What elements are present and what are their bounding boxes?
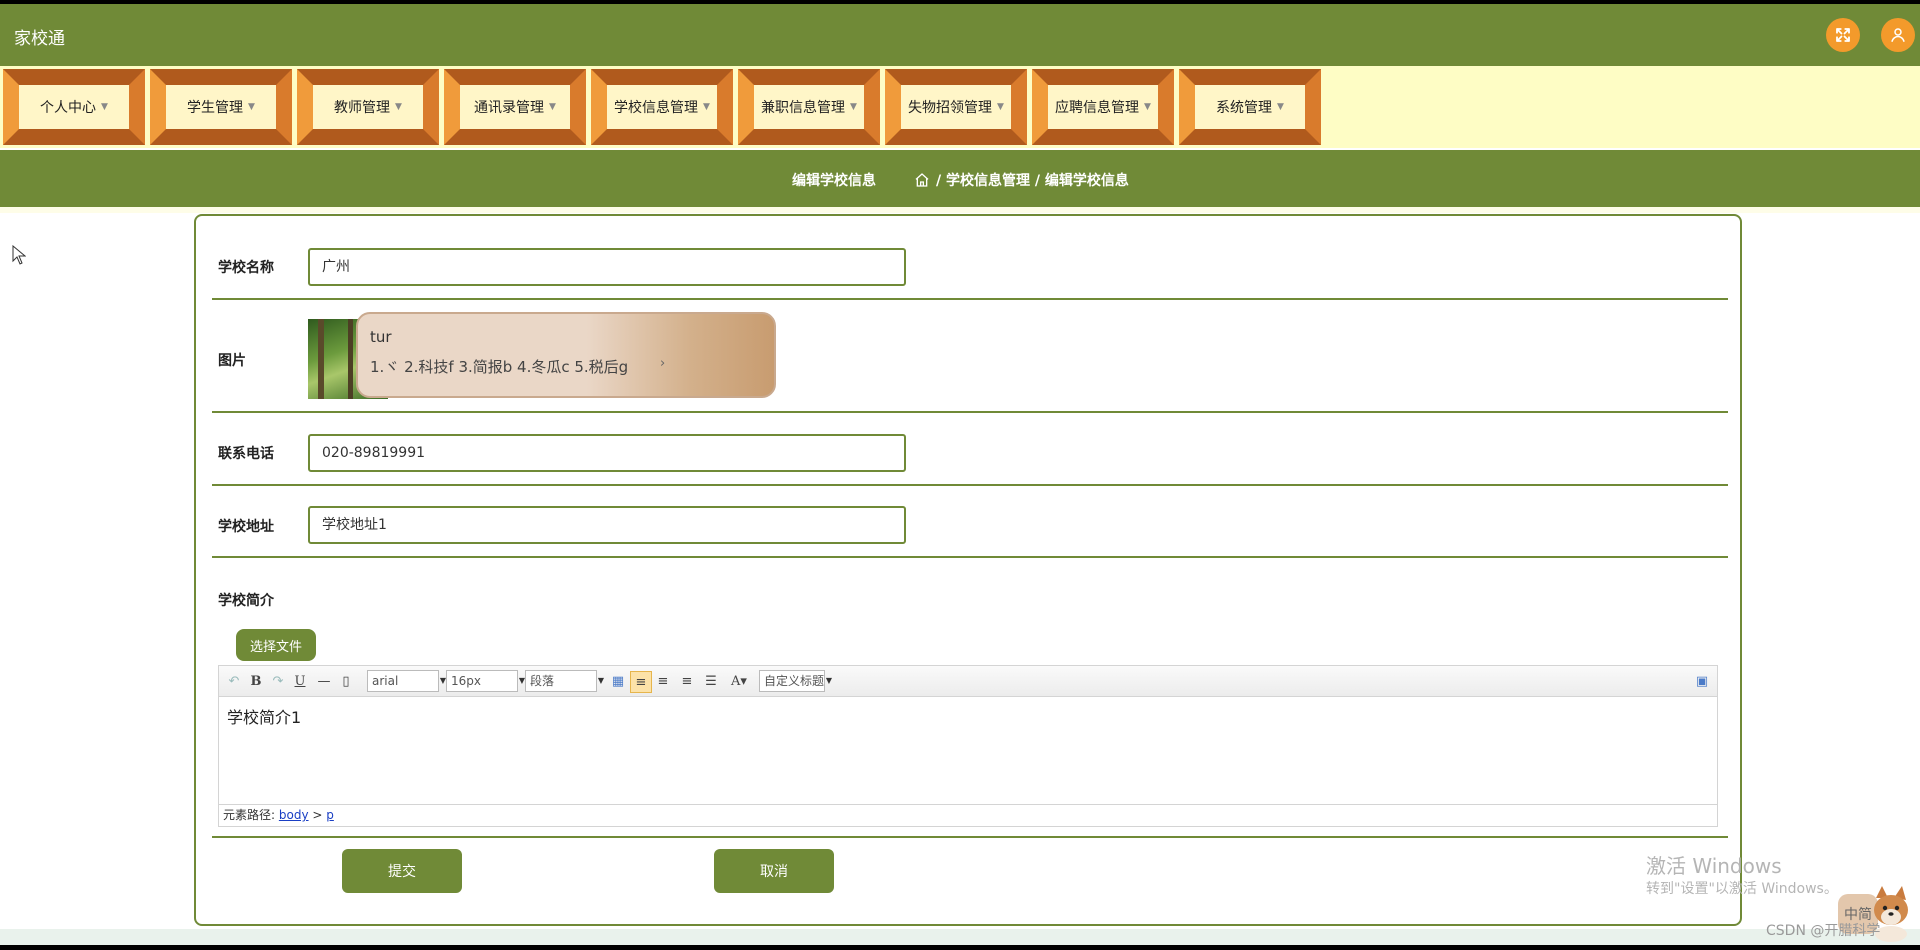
school-name-input[interactable]: 广州 bbox=[308, 248, 906, 286]
page-title: 编辑学校信息 bbox=[792, 173, 876, 189]
nav-item-label: 学生管理 bbox=[187, 100, 244, 116]
csdn-watermark: CSDN @开腊科学 bbox=[1766, 923, 1881, 939]
app-title: 家校通 bbox=[14, 29, 65, 49]
nav-item-contacts[interactable]: 通讯录管理 ▼ bbox=[444, 69, 586, 145]
element-path-p-link[interactable]: p bbox=[326, 808, 334, 822]
chevron-right-icon[interactable]: › bbox=[660, 356, 665, 371]
element-path-body-link[interactable]: body bbox=[279, 808, 309, 822]
fullscreen-button[interactable] bbox=[1826, 18, 1860, 52]
nav-item-students[interactable]: 学生管理 ▼ bbox=[150, 69, 292, 145]
ime-candidates[interactable]: 1.ヾ 2.科技f 3.简报b 4.冬瓜c 5.税后g bbox=[370, 356, 628, 377]
ime-typed-text: tur bbox=[370, 328, 392, 346]
font-family-value: arial bbox=[372, 674, 399, 688]
nav-item-label: 教师管理 bbox=[334, 100, 391, 116]
undo-icon[interactable]: ↶ bbox=[225, 671, 243, 691]
mouse-cursor-icon bbox=[12, 245, 26, 265]
editor-element-path: 元素路径: body > p bbox=[219, 804, 1717, 826]
submit-button[interactable]: 提交 bbox=[342, 849, 462, 893]
bold-icon[interactable]: B bbox=[247, 671, 265, 691]
activate-windows-subtitle: 转到"设置"以激活 Windows。 bbox=[1646, 881, 1838, 897]
image-label: 图片 bbox=[218, 353, 246, 369]
align-center-icon[interactable]: ≡ bbox=[678, 671, 696, 691]
row-divider bbox=[212, 298, 1728, 300]
redo-icon[interactable]: ↷ bbox=[269, 671, 287, 691]
caret-down-icon: ▼ bbox=[997, 102, 1004, 112]
editor-content[interactable]: 学校简介1 bbox=[227, 704, 301, 728]
edit-school-form: 学校名称 广州 图片 tur 1.ヾ 2.科技f 3.简报b 4.冬瓜c 5.税… bbox=[194, 214, 1742, 926]
align-justify-icon[interactable]: ☰ bbox=[702, 671, 720, 691]
underline-icon[interactable]: U bbox=[291, 671, 309, 691]
nav-item-label: 失物招领管理 bbox=[908, 100, 993, 116]
intro-label: 学校简介 bbox=[218, 593, 274, 609]
breadcrumb-bar: 编辑学校信息 / 学校信息管理 / 编辑学校信息 bbox=[0, 150, 1920, 207]
choose-file-button[interactable]: 选择文件 bbox=[236, 629, 316, 661]
rich-text-editor: ↶ B ↷ U — ▯ arial ▼ 16px ▼ 段落 ▼ ▦ ≡ ≡ ≡ ☰ A… bbox=[218, 665, 1718, 827]
nav-item-label: 系统管理 bbox=[1216, 100, 1273, 116]
caret-down-icon: ▼ bbox=[1144, 102, 1151, 112]
table-icon[interactable]: ▦ bbox=[609, 671, 627, 691]
font-family-select[interactable]: arial ▼ bbox=[367, 670, 446, 692]
preview-icon[interactable]: ▣ bbox=[1693, 671, 1711, 691]
nav-item-label: 个人中心 bbox=[40, 100, 97, 116]
page-footer-strip bbox=[0, 929, 1920, 945]
main-nav: 个人中心 ▼ 学生管理 ▼ 教师管理 ▼ 通讯录管理 ▼ 学校信息管理 ▼ 兼职信息管理 ▼… bbox=[0, 66, 1920, 148]
nav-item-label: 兼职信息管理 bbox=[761, 100, 846, 116]
custom-title-select[interactable]: 自定义标题 ▼ bbox=[759, 670, 832, 692]
home-icon[interactable] bbox=[914, 172, 930, 188]
breadcrumb-path: / 学校信息管理 / 编辑学校信息 bbox=[936, 173, 1129, 189]
nav-item-label: 应聘信息管理 bbox=[1055, 100, 1140, 116]
nav-item-label: 通讯录管理 bbox=[474, 100, 545, 116]
caret-down-icon: ▼ bbox=[248, 102, 255, 112]
font-size-select[interactable]: 16px ▼ bbox=[446, 670, 525, 692]
caret-down-icon: ▼ bbox=[703, 102, 710, 112]
nav-item-system[interactable]: 系统管理 ▼ bbox=[1179, 69, 1321, 145]
app-header: 家校通 bbox=[0, 4, 1920, 66]
nav-item-lost-found[interactable]: 失物招领管理 ▼ bbox=[885, 69, 1027, 145]
row-divider bbox=[212, 556, 1728, 558]
paragraph-value: 段落 bbox=[530, 674, 555, 688]
page-icon[interactable]: ▯ bbox=[337, 671, 355, 691]
user-button[interactable] bbox=[1881, 18, 1915, 52]
caret-down-icon: ▼ bbox=[850, 102, 857, 112]
address-label: 学校地址 bbox=[218, 519, 274, 535]
nav-item-school-info[interactable]: 学校信息管理 ▼ bbox=[591, 69, 733, 145]
caret-down-icon: ▼ bbox=[597, 676, 604, 685]
editor-toolbar: ↶ B ↷ U — ▯ arial ▼ 16px ▼ 段落 ▼ ▦ ≡ ≡ ≡ ☰ A… bbox=[219, 666, 1717, 697]
row-divider bbox=[212, 411, 1728, 413]
divider-strip bbox=[0, 207, 1920, 213]
font-color-icon[interactable]: A▾ bbox=[726, 671, 752, 691]
phone-input[interactable]: 020-89819991 bbox=[308, 434, 906, 472]
expand-icon bbox=[1836, 28, 1850, 42]
caret-down-icon: ▼ bbox=[395, 102, 402, 112]
caret-down-icon: ▼ bbox=[101, 102, 108, 112]
row-divider bbox=[212, 484, 1728, 486]
row-divider bbox=[212, 836, 1728, 838]
nav-item-personal[interactable]: 个人中心 ▼ bbox=[3, 69, 145, 145]
school-name-label: 学校名称 bbox=[218, 260, 274, 276]
element-path-separator: > bbox=[308, 808, 327, 822]
caret-down-icon: ▼ bbox=[549, 102, 556, 112]
element-path-label: 元素路径: bbox=[223, 808, 276, 822]
caret-down-icon: ▼ bbox=[825, 676, 832, 685]
caret-down-icon: ▼ bbox=[1277, 102, 1284, 112]
nav-item-teachers[interactable]: 教师管理 ▼ bbox=[297, 69, 439, 145]
nav-item-parttime[interactable]: 兼职信息管理 ▼ bbox=[738, 69, 880, 145]
horizontal-rule-icon[interactable]: — bbox=[315, 671, 333, 691]
user-icon bbox=[1891, 28, 1905, 42]
custom-title-value: 自定义标题 bbox=[764, 674, 825, 688]
breadcrumb: / 学校信息管理 / 编辑学校信息 bbox=[914, 170, 1129, 190]
nav-item-label: 学校信息管理 bbox=[614, 100, 699, 116]
paragraph-select[interactable]: 段落 ▼ bbox=[525, 670, 604, 692]
window-frame-bottom bbox=[0, 945, 1920, 950]
align-left-icon[interactable]: ≡ bbox=[630, 671, 652, 693]
nav-item-applications[interactable]: 应聘信息管理 ▼ bbox=[1032, 69, 1174, 145]
font-size-value: 16px bbox=[451, 674, 481, 688]
ime-candidate-popup: tur 1.ヾ 2.科技f 3.简报b 4.冬瓜c 5.税后g › bbox=[356, 312, 776, 398]
phone-label: 联系电话 bbox=[218, 446, 274, 462]
activate-windows-title: 激活 Windows bbox=[1646, 854, 1782, 878]
align-right-icon[interactable]: ≡ bbox=[654, 671, 672, 691]
address-input[interactable]: 学校地址1 bbox=[308, 506, 906, 544]
cancel-button[interactable]: 取消 bbox=[714, 849, 834, 893]
